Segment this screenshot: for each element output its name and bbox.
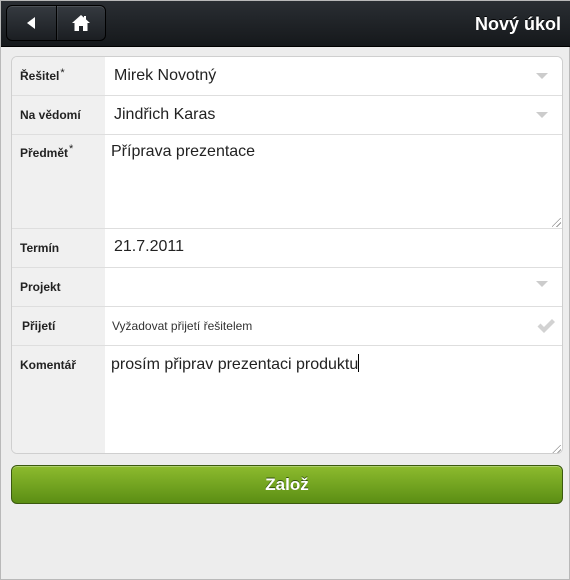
home-icon — [71, 15, 90, 31]
row-projekt: Projekt — [12, 268, 562, 307]
resize-handle-icon[interactable] — [552, 445, 561, 453]
na-vedomi-select[interactable]: Jindřich Karas — [105, 96, 562, 134]
header-bar: Nový úkol — [1, 1, 570, 47]
resitel-label: Řešitel* — [12, 57, 105, 95]
chevron-down-icon — [536, 281, 548, 287]
predmet-textarea[interactable]: Příprava prezentace — [105, 135, 562, 228]
komentar-value: prosím připrav prezentaci produktu — [111, 354, 360, 373]
checkmark-icon — [537, 319, 555, 333]
text-cursor — [358, 354, 360, 372]
required-mark: * — [69, 143, 74, 155]
nav-button-group — [6, 5, 106, 41]
resitel-value: Mirek Novotný — [114, 67, 217, 84]
projekt-label: Projekt — [12, 268, 105, 306]
projekt-select[interactable] — [105, 268, 562, 306]
termin-input[interactable]: 21.7.2011 — [105, 229, 562, 267]
na-vedomi-value: Jindřich Karas — [114, 106, 216, 123]
row-resitel: Řešitel* Mirek Novotný — [12, 57, 562, 96]
row-prijeti: Přijetí Vyžadovat přijetí řešitelem — [12, 307, 562, 346]
komentar-label: Komentář — [12, 346, 105, 453]
row-termin: Termín 21.7.2011 — [12, 229, 562, 268]
back-arrow-icon — [27, 17, 36, 29]
page: Nový úkol Řešitel* Mirek Novotný Na vědo… — [0, 0, 570, 580]
row-predmet: Předmět* Příprava prezentace — [12, 135, 562, 229]
row-na-vedomi: Na vědomí Jindřich Karas — [12, 96, 562, 135]
page-title: Nový úkol — [474, 14, 561, 34]
prijeti-label: Přijetí — [12, 307, 105, 345]
na-vedomi-label: Na vědomí — [12, 96, 105, 134]
predmet-label: Předmět* — [12, 135, 105, 228]
komentar-textarea[interactable]: prosím připrav prezentaci produktu — [105, 346, 562, 453]
task-form: Řešitel* Mirek Novotný Na vědomí Jindřic… — [11, 56, 563, 454]
required-mark: * — [60, 67, 65, 79]
chevron-down-icon — [536, 112, 548, 118]
termin-value: 21.7.2011 — [114, 238, 184, 255]
back-button[interactable] — [7, 6, 56, 40]
submit-button[interactable]: Založ — [11, 465, 563, 504]
resitel-select[interactable]: Mirek Novotný — [105, 57, 562, 95]
resize-handle-icon[interactable] — [552, 218, 561, 227]
predmet-value: Příprava prezentace — [111, 143, 256, 160]
row-komentar: Komentář prosím připrav prezentaci produ… — [12, 346, 562, 453]
prijeti-text: Vyžadovat přijetí řešitelem — [112, 319, 253, 333]
termin-label: Termín — [12, 229, 105, 267]
chevron-down-icon — [536, 73, 548, 79]
home-button[interactable] — [55, 6, 105, 40]
prijeti-checkbox[interactable]: Vyžadovat přijetí řešitelem — [105, 307, 562, 345]
